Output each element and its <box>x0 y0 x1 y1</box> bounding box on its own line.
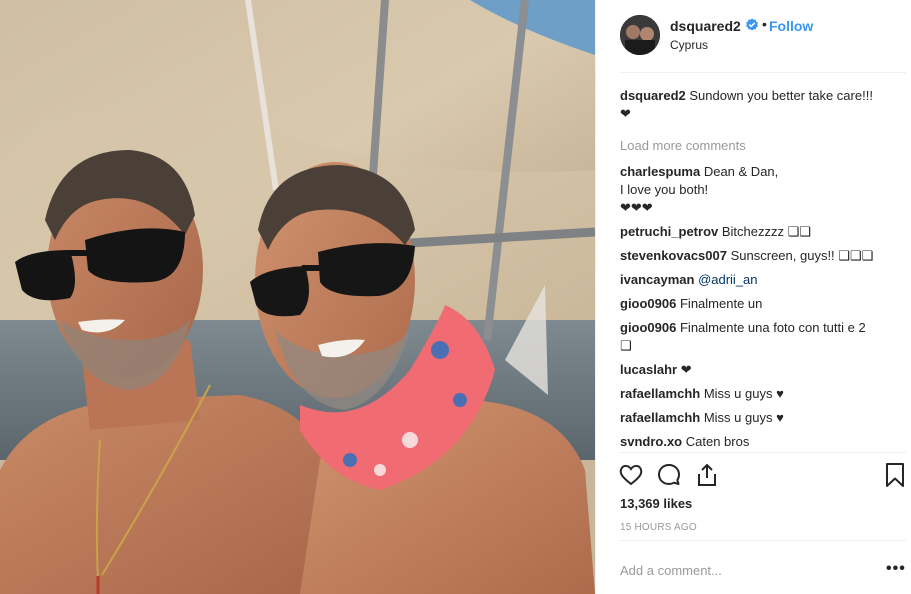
actions-divider <box>620 452 906 453</box>
post-location[interactable]: Cyprus <box>670 38 708 52</box>
caption-username[interactable]: dsquared2 <box>620 88 686 103</box>
comment-username[interactable]: petruchi_petrov <box>620 224 718 239</box>
avatar[interactable] <box>620 15 660 55</box>
photo-illustration <box>0 0 595 594</box>
comment-username[interactable]: rafaellamchh <box>620 410 700 425</box>
add-comment-input[interactable] <box>620 561 860 579</box>
comment-icon[interactable] <box>656 462 682 488</box>
comment-text: Miss u guys ♥ <box>703 386 784 401</box>
comment-text: Finalmente una foto con tutti e 2 <box>679 320 866 335</box>
separator-dot: • <box>762 16 767 32</box>
comment-text: Miss u guys ♥ <box>703 410 784 425</box>
comment-username[interactable]: stevenkovacs007 <box>620 248 727 263</box>
comment-username[interactable]: charlespuma <box>620 164 700 179</box>
post-actions-bar <box>618 462 911 488</box>
comment-username[interactable]: ivancayman <box>620 272 694 287</box>
comment-item: svndro.xo Caten bros <box>620 433 905 451</box>
comment-item: charlespuma Dean & Dan, I love you both!… <box>620 163 905 217</box>
likes-count[interactable]: 13,369 likes <box>620 496 692 511</box>
comment-item: stevenkovacs007 Sunscreen, guys!! ❑❑❑ <box>620 247 905 265</box>
comment-username[interactable]: rafaellamchh <box>620 386 700 401</box>
comment-box-divider <box>620 540 906 541</box>
more-options-button[interactable]: ••• <box>886 560 906 578</box>
comment-username[interactable]: lucaslahr <box>620 362 677 377</box>
post-photo[interactable] <box>0 0 595 594</box>
share-icon[interactable] <box>694 462 720 488</box>
header-divider <box>620 72 906 73</box>
post-side-panel: dsquared2 • Follow Cyprus dsquared2 Sund… <box>595 0 911 594</box>
follow-button[interactable]: Follow <box>769 18 813 34</box>
comment-item: gioo0906 Finalmente un <box>620 295 905 313</box>
caption-emoji: ❤ <box>620 106 631 121</box>
comment-username[interactable]: svndro.xo <box>620 434 682 449</box>
comment-item: ivancayman @adrii_an <box>620 271 905 289</box>
load-more-comments-button[interactable]: Load more comments <box>620 137 905 155</box>
post-timestamp[interactable]: 15 HOURS AGO <box>620 522 697 533</box>
post-username[interactable]: dsquared2 <box>670 18 741 34</box>
comment-item: rafaellamchh Miss u guys ♥ <box>620 385 905 403</box>
verified-badge-icon <box>746 18 758 31</box>
heart-icon[interactable] <box>618 462 644 488</box>
avatar-image <box>620 15 660 55</box>
comment-text-line2: ❑ <box>620 338 632 353</box>
comment-text-line3: ❤❤❤ <box>620 200 653 215</box>
comment-username[interactable]: gioo0906 <box>620 320 676 335</box>
comment-text: Caten bros <box>685 434 750 449</box>
comment-text: Finalmente un <box>679 296 763 311</box>
comments-list: dsquared2 Sundown you better take care!!… <box>620 87 905 457</box>
comment-text: Bitchezzzz ❑❑ <box>721 224 811 239</box>
post-caption: dsquared2 Sundown you better take care!!… <box>620 87 905 123</box>
comment-text: ❤ <box>680 362 692 377</box>
post-header: dsquared2 • Follow Cyprus <box>596 0 911 72</box>
comment-username[interactable]: gioo0906 <box>620 296 676 311</box>
instagram-post-view: dsquared2 • Follow Cyprus dsquared2 Sund… <box>0 0 911 594</box>
comment-item: lucaslahr ❤ <box>620 361 905 379</box>
comment-text-line2: I love you both! <box>620 182 709 197</box>
caption-text: Sundown you better take care!!! <box>689 88 873 103</box>
comment-item: petruchi_petrov Bitchezzzz ❑❑ <box>620 223 905 241</box>
comment-text: Sunscreen, guys!! ❑❑❑ <box>730 248 874 263</box>
comment-item: gioo0906 Finalmente una foto con tutti e… <box>620 319 905 355</box>
comment-text: Dean & Dan, <box>703 164 779 179</box>
bookmark-icon[interactable] <box>882 462 908 488</box>
comment-mention-link[interactable]: @adrii_an <box>698 272 757 287</box>
comment-item: rafaellamchh Miss u guys ♥ <box>620 409 905 427</box>
